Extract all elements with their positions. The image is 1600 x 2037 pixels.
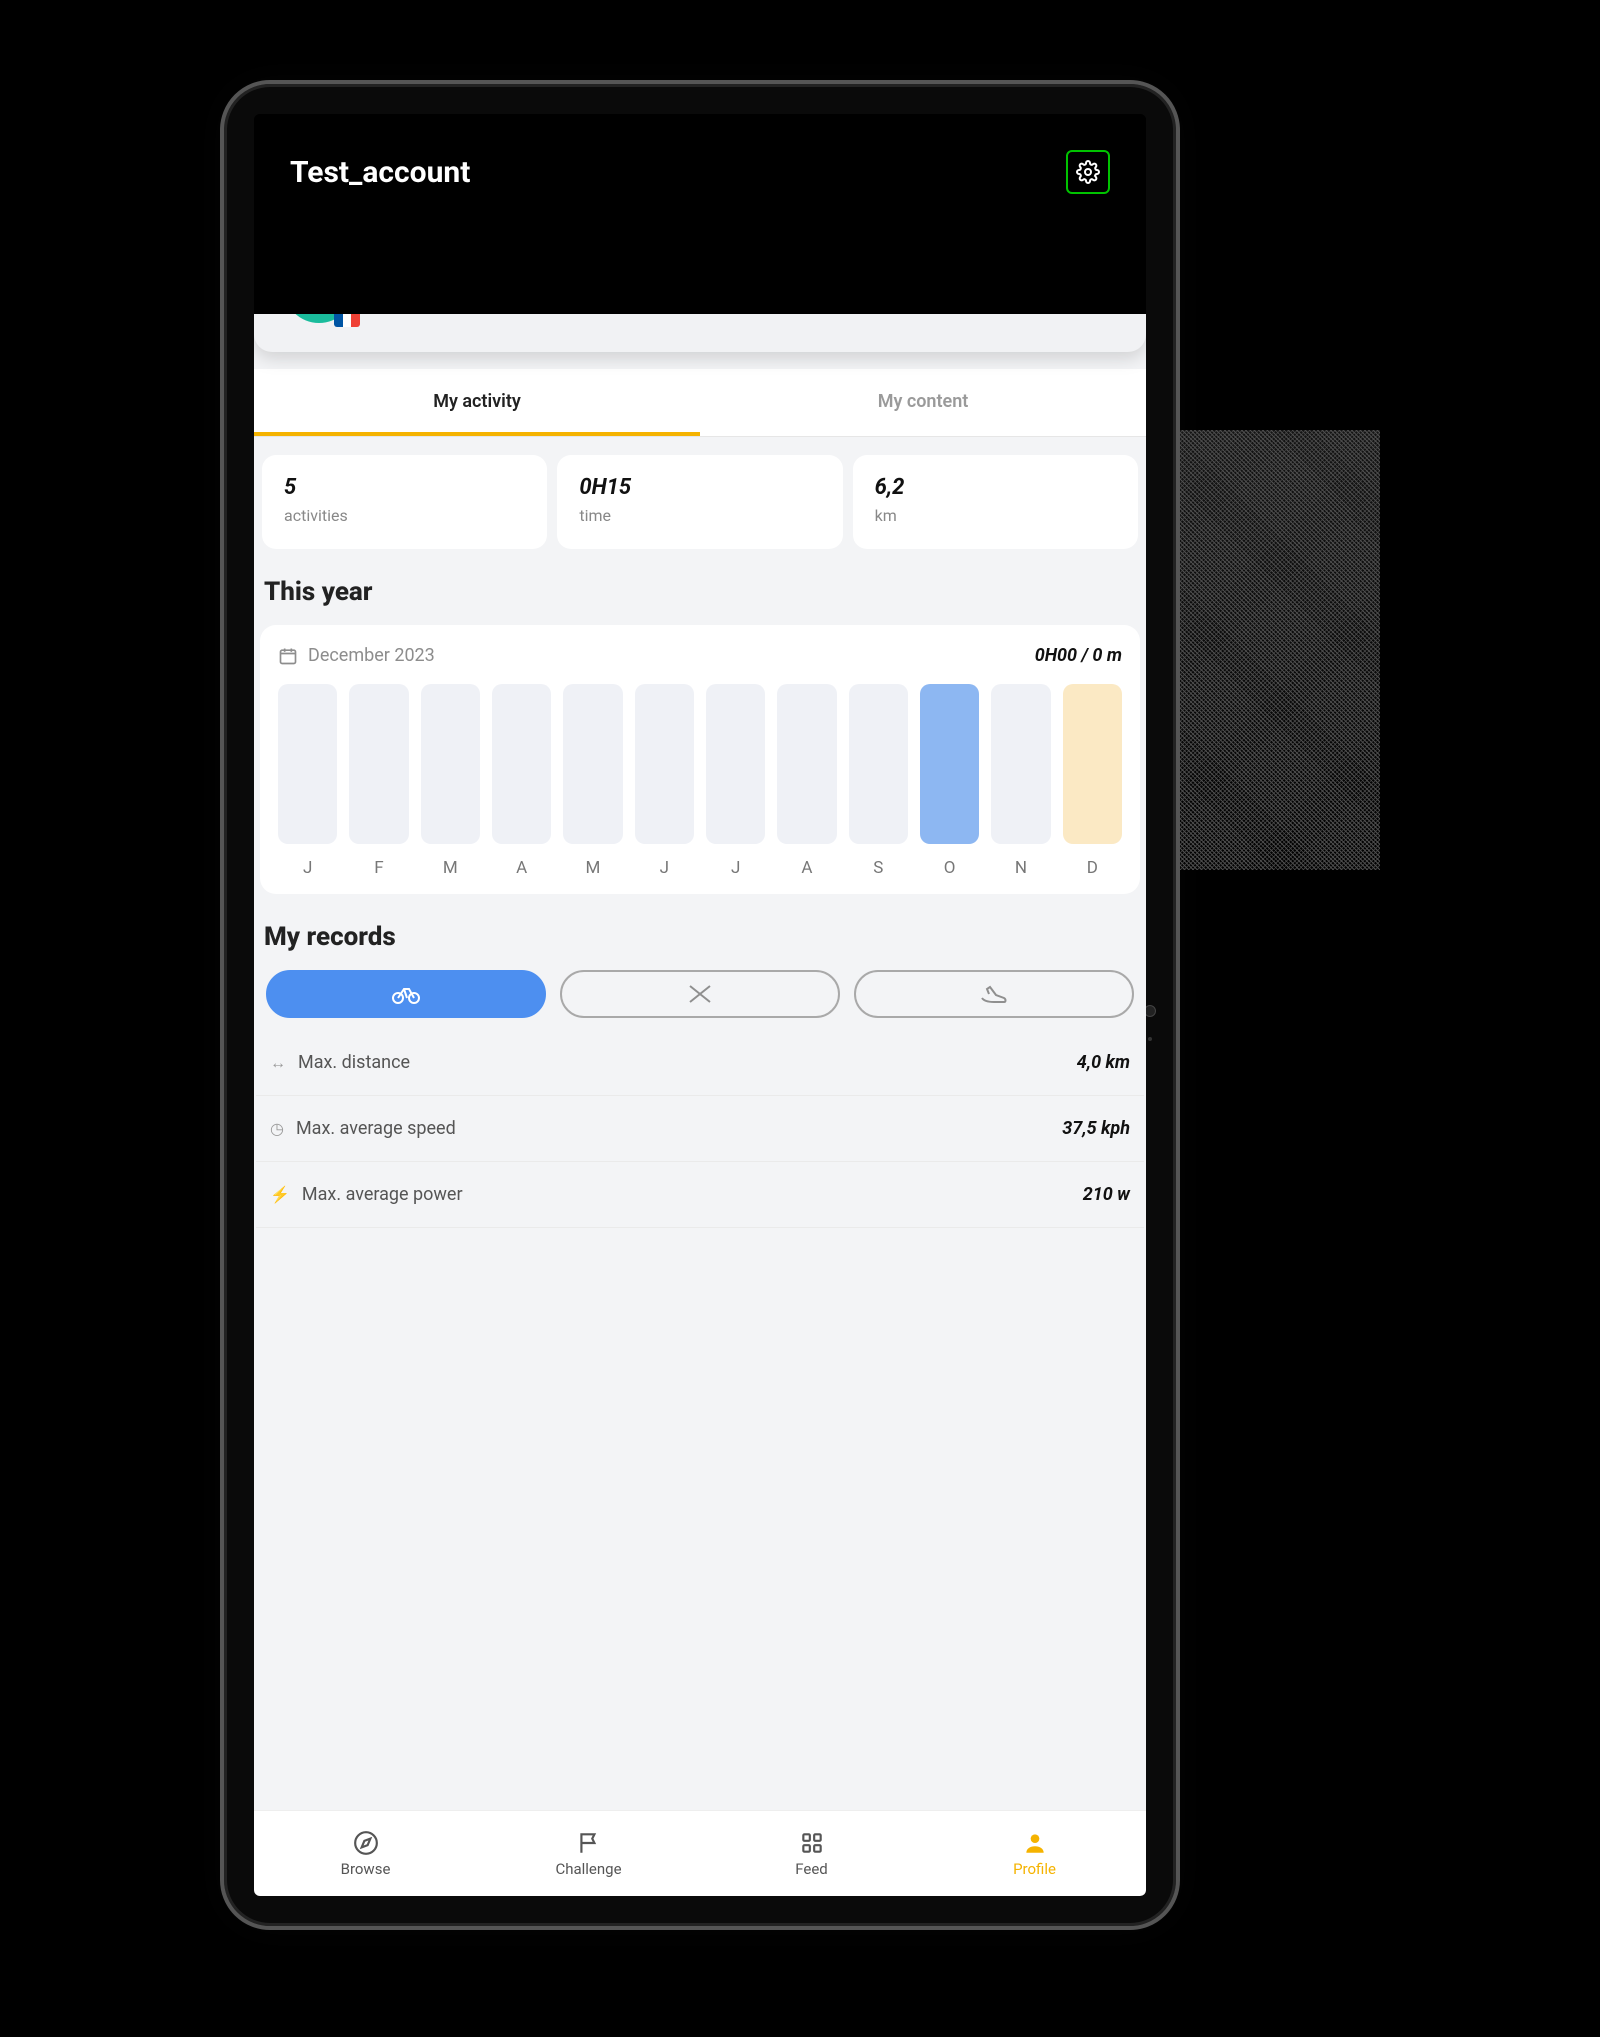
tab-my-content[interactable]: My content (700, 369, 1146, 436)
month-label: N (991, 858, 1050, 878)
month-label: M (421, 858, 480, 878)
gauge-icon: ◷ (270, 1119, 284, 1138)
bike-icon (391, 983, 421, 1005)
month-label: F (349, 858, 408, 878)
summary-time: 0H15 time (557, 455, 842, 549)
month-bar-j-6[interactable] (706, 684, 765, 844)
year-bar-labels: JFMAMJJASOND (278, 858, 1122, 878)
profile-body: TE 0 Followers 4 Following My activity M… (254, 314, 1146, 1810)
record-value: 210 w (1083, 1184, 1130, 1205)
nav-profile-label: Profile (1013, 1860, 1056, 1878)
year-bar-chart[interactable] (278, 684, 1122, 844)
year-readout: 0H00 / 0 m (1035, 645, 1122, 666)
nav-browse[interactable]: Browse (254, 1811, 477, 1896)
grid-icon (799, 1830, 825, 1856)
device-sensor-dot (1148, 1037, 1152, 1041)
screen: Test_account TE 0 Follo (254, 114, 1146, 1896)
year-card: December 2023 0H00 / 0 m JFMAMJJASOND (260, 625, 1140, 894)
settings-button[interactable] (1066, 150, 1110, 194)
month-bar-j-5[interactable] (635, 684, 694, 844)
summary-activities-label: activities (284, 506, 525, 525)
month-label: S (849, 858, 908, 878)
record-row: ↔ Max. distance 4,0 km (256, 1030, 1144, 1096)
month-bar-d-11[interactable] (1063, 684, 1122, 844)
summary-distance: 6,2 km (853, 455, 1138, 549)
month-bar-n-10[interactable] (991, 684, 1050, 844)
record-label: Max. average power (302, 1184, 463, 1205)
year-period-label: December 2023 (308, 645, 435, 666)
compass-icon (353, 1830, 379, 1856)
record-row: ⚡ Max. average power 210 w (256, 1162, 1144, 1228)
month-label: A (777, 858, 836, 878)
flag-icon (576, 1830, 602, 1856)
nav-feed-label: Feed (795, 1860, 828, 1878)
flag-france (334, 314, 360, 327)
profile-tabs: My activity My content (254, 369, 1146, 437)
ski-icon (687, 983, 713, 1005)
nav-browse-label: Browse (341, 1860, 391, 1878)
month-bar-s-8[interactable] (849, 684, 908, 844)
record-tab-run[interactable] (854, 970, 1134, 1018)
summary-activities-value: 5 (284, 475, 525, 500)
bolt-icon: ⚡ (270, 1185, 290, 1204)
record-label: Max. average speed (296, 1118, 456, 1139)
month-label: J (635, 858, 694, 878)
avatar[interactable]: TE (284, 314, 354, 323)
summary-distance-value: 6,2 (875, 475, 1116, 500)
month-label: O (920, 858, 979, 878)
record-value: 4,0 km (1077, 1052, 1130, 1073)
record-row: ◷ Max. average speed 37,5 kph (256, 1096, 1144, 1162)
month-label: J (278, 858, 337, 878)
year-period[interactable]: December 2023 (278, 645, 435, 666)
month-label: J (706, 858, 765, 878)
section-title-this-year: This year (264, 577, 1136, 607)
record-value: 37,5 kph (1062, 1118, 1130, 1139)
month-label: D (1063, 858, 1122, 878)
month-bar-o-9[interactable] (920, 684, 979, 844)
record-sport-tabs (266, 970, 1134, 1018)
summary-time-label: time (579, 506, 820, 525)
nav-challenge-label: Challenge (555, 1860, 621, 1878)
arrows-h-icon: ↔ (270, 1053, 286, 1073)
month-bar-m-4[interactable] (563, 684, 622, 844)
month-label: A (492, 858, 551, 878)
nav-challenge[interactable]: Challenge (477, 1811, 700, 1896)
bottom-nav: Browse Challenge Feed Profile (254, 1810, 1146, 1896)
record-tab-ski[interactable] (560, 970, 840, 1018)
calendar-icon (278, 646, 298, 666)
month-bar-m-2[interactable] (421, 684, 480, 844)
summary-row: 5 activities 0H15 time 6,2 km (256, 437, 1144, 549)
profile-scroll[interactable]: 5 activities 0H15 time 6,2 km This year (254, 437, 1146, 1810)
profile-card: TE 0 Followers 4 Following (254, 314, 1146, 352)
summary-distance-label: km (875, 506, 1116, 525)
decorative-texture (1180, 430, 1380, 870)
tab-my-activity[interactable]: My activity (254, 369, 700, 436)
record-label: Max. distance (298, 1052, 410, 1073)
summary-activities: 5 activities (262, 455, 547, 549)
month-label: M (563, 858, 622, 878)
nav-profile[interactable]: Profile (923, 1811, 1146, 1896)
person-icon (1022, 1830, 1048, 1856)
month-bar-a-7[interactable] (777, 684, 836, 844)
gear-icon (1076, 160, 1100, 184)
month-bar-f-1[interactable] (349, 684, 408, 844)
summary-time-value: 0H15 (579, 475, 820, 500)
shoe-icon (980, 984, 1008, 1004)
record-rows: ↔ Max. distance 4,0 km ◷ Max. average speed 3… (256, 1030, 1144, 1228)
page-title: Test_account (290, 155, 470, 190)
device-frame: Test_account TE 0 Follo (220, 80, 1180, 1930)
month-bar-a-3[interactable] (492, 684, 551, 844)
profile-header: Test_account (254, 114, 1146, 314)
nav-feed[interactable]: Feed (700, 1811, 923, 1896)
month-bar-j-0[interactable] (278, 684, 337, 844)
record-tab-bike[interactable] (266, 970, 546, 1018)
section-title-my-records: My records (264, 922, 1136, 952)
